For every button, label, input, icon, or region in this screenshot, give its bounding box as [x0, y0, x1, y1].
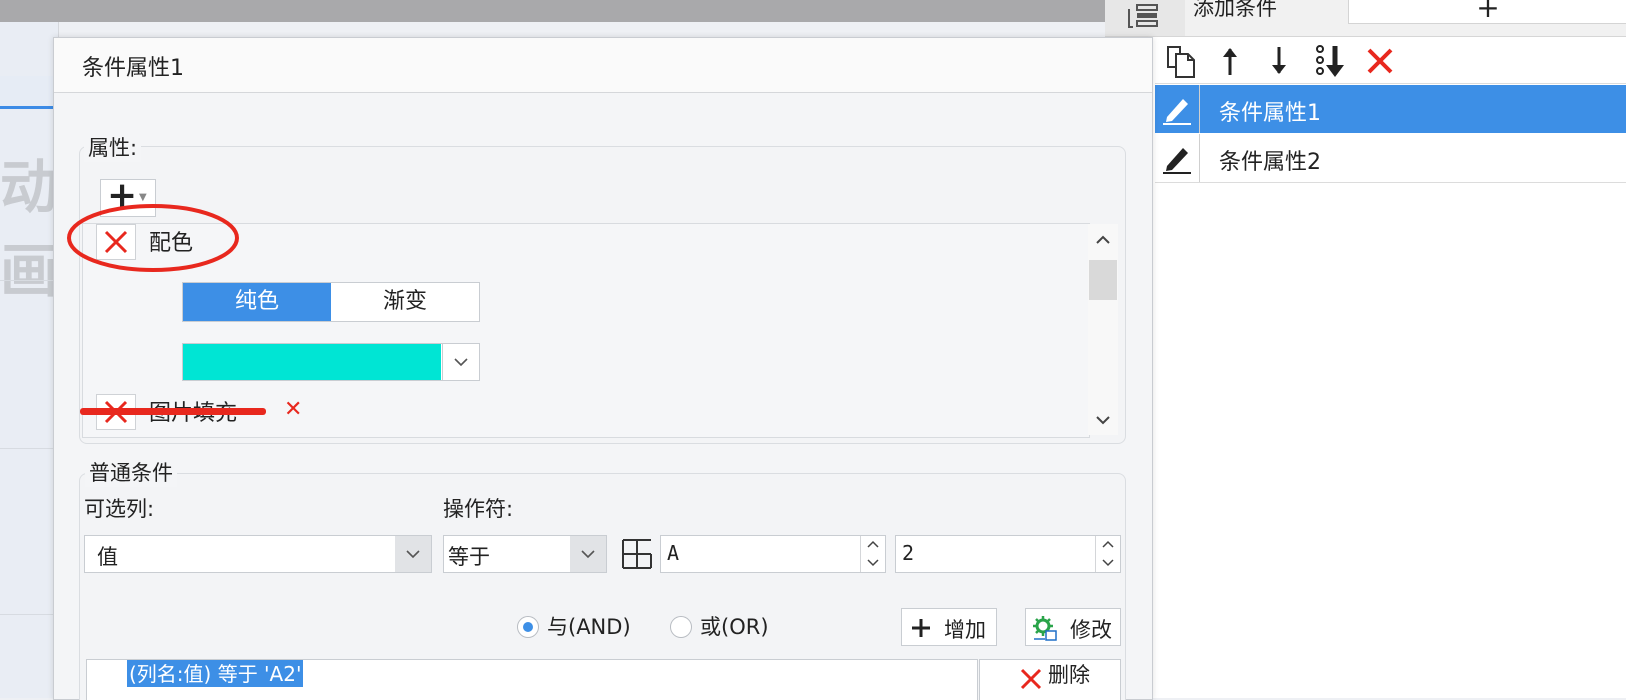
annotation-circle — [67, 204, 239, 272]
add-button-label: 增加 — [944, 618, 986, 642]
background-divider — [0, 448, 58, 449]
condition-list-item[interactable]: 条件属性2 — [1155, 134, 1626, 183]
operator-select[interactable]: 等于 — [443, 535, 607, 573]
properties-legend: 属性: — [84, 132, 142, 162]
operator-label: 操作符: — [443, 497, 514, 521]
logic-or-label: 或(OR) — [700, 615, 769, 639]
delete-condition-button[interactable]: 删除 — [979, 659, 1121, 700]
property-list-scrollbar[interactable] — [1088, 224, 1118, 435]
value-input-1[interactable]: A — [660, 535, 886, 573]
spin-down-icon[interactable] — [866, 558, 880, 568]
radio-circle — [670, 616, 692, 638]
logic-and-label: 与(AND) — [547, 615, 631, 639]
delete-icon[interactable] — [1362, 43, 1398, 79]
condition-toolbar — [1155, 37, 1626, 84]
operator-select-dropdown[interactable] — [570, 536, 606, 572]
dialog-title-bar: 条件属性1 — [54, 38, 1152, 93]
value-2-spinner[interactable] — [1095, 536, 1120, 572]
background-divider — [0, 614, 58, 615]
condition-label: 条件属性1 — [1219, 101, 1321, 126]
column-select[interactable]: 值 — [84, 535, 432, 573]
arrow-down-icon[interactable] — [1261, 43, 1297, 79]
column-select-dropdown[interactable] — [395, 536, 431, 572]
add-condition-label: 添加条件 — [1193, 0, 1277, 20]
settings-edit-icon — [1033, 616, 1057, 641]
color-dropdown-button[interactable] — [442, 344, 480, 380]
modify-condition-button[interactable]: 修改 — [1025, 608, 1121, 646]
layers-icon[interactable] — [1125, 3, 1161, 29]
value-1-text: A — [667, 541, 680, 565]
scroll-up-icon[interactable] — [1095, 234, 1111, 246]
background-title-bar — [0, 0, 1105, 22]
table-cell-icon[interactable] — [621, 538, 653, 570]
pen-cell — [1155, 85, 1200, 133]
delete-icon — [1020, 668, 1042, 690]
delete-button-label: 删除 — [1048, 663, 1090, 687]
value-1-spinner[interactable] — [860, 536, 885, 572]
value-2-text: 2 — [902, 541, 915, 565]
operator-select-value: 等于 — [448, 545, 490, 569]
condition-expression-item[interactable]: (列名:值) 等于 'A2' — [127, 660, 304, 687]
fill-mode-toggle: 纯色 渐变 — [182, 282, 480, 322]
value-input-2[interactable]: 2 — [895, 535, 1121, 573]
background-left-pane: 动画 — [0, 22, 59, 698]
plus-icon — [912, 619, 930, 637]
chevron-down-icon — [406, 550, 420, 559]
pen-cell — [1155, 134, 1200, 182]
fill-mode-solid[interactable]: 纯色 — [183, 283, 331, 321]
fill-mode-gradient[interactable]: 渐变 — [331, 283, 479, 321]
column-label: 可选列: — [84, 497, 155, 521]
chevron-down-icon — [581, 550, 595, 559]
condition-properties-dialog: 条件属性1 属性: + ▼ 配色 图片填充 纯色 渐变 — [53, 37, 1153, 700]
annotation-strikethrough — [80, 408, 266, 415]
dialog-title: 条件属性1 — [82, 56, 184, 81]
condition-list-item[interactable]: 条件属性1 — [1155, 85, 1626, 133]
color-picker[interactable] — [182, 343, 480, 381]
header-icon-area — [1105, 0, 1185, 36]
scroll-thumb[interactable] — [1089, 260, 1117, 300]
add-condition-item-button[interactable]: 增加 — [901, 608, 997, 646]
background-tab — [0, 76, 58, 109]
column-select-value: 值 — [97, 545, 118, 569]
add-condition-button[interactable]: + — [1348, 0, 1626, 24]
annotation-x-icon: ✕ — [284, 397, 303, 422]
scroll-down-icon[interactable] — [1095, 414, 1111, 426]
copy-icon[interactable] — [1163, 43, 1199, 79]
modify-button-label: 修改 — [1070, 618, 1112, 642]
color-swatch[interactable] — [183, 344, 441, 380]
background-divider — [0, 280, 58, 281]
normal-conditions-legend: 普通条件 — [85, 457, 177, 487]
spin-down-icon[interactable] — [1101, 558, 1115, 568]
background-text: 动画 — [0, 153, 59, 305]
spin-up-icon[interactable] — [866, 539, 880, 549]
edit-pen-icon — [1163, 99, 1191, 125]
chevron-down-icon — [454, 358, 468, 367]
condition-expression-list: (列名:值) 等于 'A2' — [86, 659, 978, 700]
radio-dot — [523, 622, 533, 632]
spin-up-icon[interactable] — [1101, 539, 1115, 549]
condition-panel-header: 添加条件 + — [1105, 0, 1626, 37]
move-to-bottom-icon[interactable] — [1313, 43, 1349, 79]
condition-label: 条件属性2 — [1219, 150, 1321, 175]
arrow-up-icon[interactable] — [1212, 43, 1248, 79]
edit-pen-icon — [1163, 148, 1191, 174]
